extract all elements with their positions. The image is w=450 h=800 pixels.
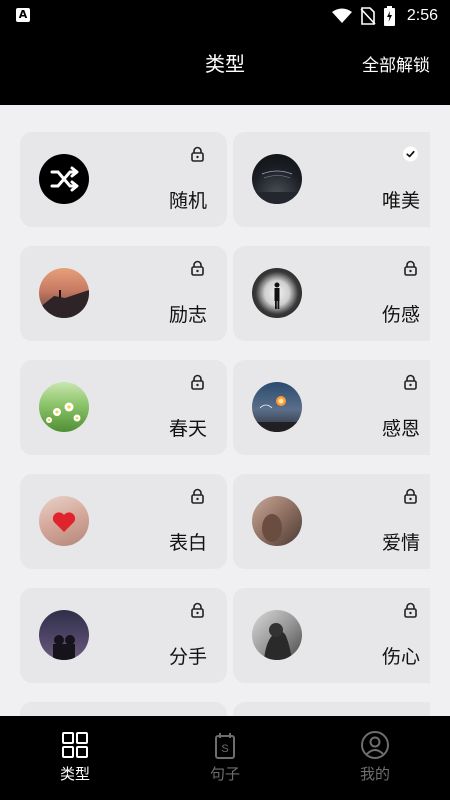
header: 类型 全部解锁 bbox=[0, 32, 450, 105]
sunset-cliff-photo bbox=[39, 268, 89, 318]
category-label: 伤心 bbox=[381, 646, 420, 668]
lock-icon bbox=[191, 146, 204, 162]
nav-label: 类型 bbox=[59, 765, 90, 783]
app-notification-icon: A bbox=[16, 8, 30, 22]
category-card[interactable]: 表白 bbox=[20, 474, 227, 569]
shuffle-icon bbox=[39, 154, 89, 204]
category-card[interactable]: 励志 bbox=[20, 246, 227, 341]
category-label: 励志 bbox=[168, 304, 207, 326]
category-label: 分手 bbox=[168, 646, 207, 668]
category-card[interactable]: 爱情 bbox=[233, 474, 430, 569]
lock-icon bbox=[404, 374, 417, 390]
category-card[interactable]: 感恩 bbox=[233, 360, 430, 455]
nav-label: 句子 bbox=[209, 765, 240, 783]
lock-icon bbox=[404, 260, 417, 276]
sad-girl-photo bbox=[252, 610, 302, 660]
lock-icon bbox=[191, 602, 204, 618]
battery-charging-icon bbox=[383, 6, 395, 26]
category-label: 伤感 bbox=[381, 304, 420, 326]
profile-icon bbox=[361, 731, 389, 759]
category-label: 爱情 bbox=[381, 532, 420, 554]
category-card[interactable]: 唯美 bbox=[233, 132, 430, 227]
sparkler-photo bbox=[252, 382, 302, 432]
category-label: 春天 bbox=[168, 418, 207, 440]
lock-icon bbox=[404, 602, 417, 618]
category-card-partial[interactable] bbox=[20, 702, 227, 716]
lock-icon bbox=[191, 488, 204, 504]
category-card[interactable]: 春天 bbox=[20, 360, 227, 455]
grid-icon bbox=[62, 732, 88, 758]
status-icons: 2:56 bbox=[331, 5, 438, 27]
nav-label: 我的 bbox=[359, 765, 390, 783]
category-card[interactable]: 随机 bbox=[20, 132, 227, 227]
category-list[interactable]: 随机 唯美 励志 伤感 春天 感恩 表白 爱情 分手 伤心 bbox=[0, 105, 450, 716]
unlock-all-button[interactable]: 全部解锁 bbox=[362, 54, 430, 78]
no-sim-icon bbox=[360, 7, 376, 25]
couple-photo bbox=[252, 496, 302, 546]
lock-icon bbox=[191, 374, 204, 390]
couple-dusk-photo bbox=[39, 610, 89, 660]
nav-item-types[interactable]: 类型 bbox=[30, 730, 120, 784]
sentence-icon: S bbox=[215, 733, 235, 759]
tunnel-silhouette-photo bbox=[252, 268, 302, 318]
svg-text:S: S bbox=[221, 743, 228, 755]
category-label: 感恩 bbox=[381, 418, 420, 440]
category-card[interactable]: 分手 bbox=[20, 588, 227, 683]
category-label: 表白 bbox=[168, 532, 207, 554]
night-sky-photo bbox=[252, 154, 302, 204]
category-card[interactable]: 伤感 bbox=[233, 246, 430, 341]
category-label: 唯美 bbox=[381, 190, 420, 212]
category-card[interactable]: 伤心 bbox=[233, 588, 430, 683]
category-label: 随机 bbox=[168, 190, 207, 212]
lock-icon bbox=[404, 488, 417, 504]
bottom-nav: 类型 S 句子 我的 bbox=[0, 716, 450, 800]
checkmark-icon bbox=[403, 146, 418, 162]
daisies-photo bbox=[39, 382, 89, 432]
nav-item-profile[interactable]: 我的 bbox=[330, 730, 420, 784]
status-time: 2:56 bbox=[406, 7, 438, 24]
wifi-icon bbox=[331, 8, 352, 23]
status-bar: A 2:56 bbox=[0, 0, 450, 32]
heart-hands-photo bbox=[39, 496, 89, 546]
category-card-partial[interactable] bbox=[233, 702, 430, 716]
nav-item-sentences[interactable]: S 句子 bbox=[180, 730, 270, 784]
lock-icon bbox=[191, 260, 204, 276]
